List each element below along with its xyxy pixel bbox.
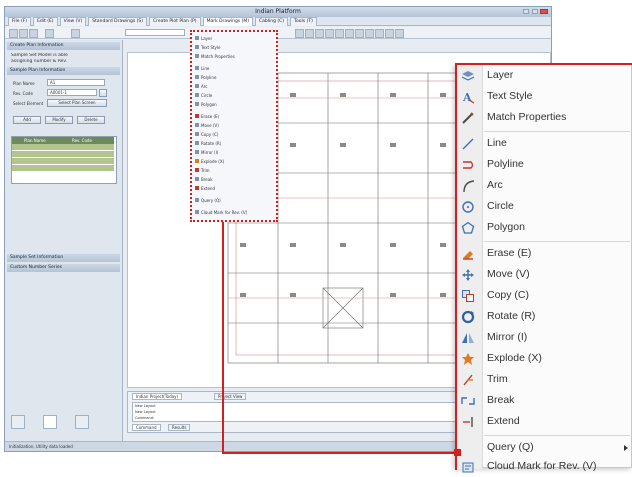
title-bar: Indian Platform: [5, 7, 551, 17]
layout-icon[interactable]: [43, 415, 57, 429]
small-menu-item[interactable]: Extend: [195, 186, 215, 191]
delete-button[interactable]: Delete: [77, 116, 105, 124]
toolbar-mirror-icon[interactable]: [375, 29, 384, 38]
rev-code-label: Rev. Code: [13, 91, 33, 96]
small-menu-item[interactable]: Break: [195, 177, 213, 182]
small-menu-item[interactable]: Copy (C): [195, 132, 218, 137]
select-plan-screen-button[interactable]: Select Plan Screen: [47, 99, 107, 107]
callout-line-horizontal: [222, 452, 458, 454]
small-menu-item[interactable]: Circle: [195, 93, 212, 98]
table-row[interactable]: [12, 144, 114, 151]
small-menu-item[interactable]: Mirror (I): [195, 150, 218, 155]
modify-button[interactable]: Modify: [45, 116, 73, 124]
select-element-label: Select Element: [13, 101, 44, 106]
small-menu-item[interactable]: Match Properties: [195, 54, 235, 59]
menu-cabling[interactable]: Cabling (C): [254, 17, 289, 26]
small-menu-item[interactable]: Explode (X): [195, 159, 224, 164]
small-menu-item[interactable]: Text Style: [195, 45, 220, 50]
toolbar-move-icon[interactable]: [345, 29, 354, 38]
plan-grid[interactable]: Plan Name Rev. Code: [11, 136, 117, 184]
small-menu-item[interactable]: Layer: [195, 36, 212, 41]
toolbar-copy-icon[interactable]: [355, 29, 364, 38]
toolbar-erase-icon[interactable]: [335, 29, 344, 38]
small-menu-item[interactable]: Move (V): [195, 123, 219, 128]
toolbar-line-icon[interactable]: [315, 29, 324, 38]
tab-project-view[interactable]: Project View: [214, 393, 247, 400]
small-menu-item[interactable]: Line: [195, 66, 209, 71]
project-icon[interactable]: [11, 415, 25, 429]
toolbar-print-icon[interactable]: [45, 29, 54, 38]
section-custom-number[interactable]: Custom Number Series: [7, 264, 120, 272]
layer-dropdown[interactable]: [125, 29, 185, 36]
close-icon[interactable]: [540, 9, 548, 14]
window-title: Indian Platform: [255, 8, 301, 15]
plan-name-label: Plan Name: [13, 81, 35, 86]
toolbar-open-icon[interactable]: [19, 29, 28, 38]
small-menu-item[interactable]: Query (Q): [195, 198, 221, 203]
maximize-icon[interactable]: [532, 9, 538, 14]
table-row[interactable]: [12, 151, 114, 158]
grid-header: Plan Name Rev. Code: [12, 137, 114, 144]
tab-results[interactable]: Results: [168, 424, 191, 431]
grid-header-rev-code[interactable]: Rev. Code: [72, 138, 92, 143]
small-menu-item[interactable]: Polyline: [195, 75, 216, 80]
callout-line-vertical: [222, 222, 224, 454]
toolbar-circle-icon[interactable]: [325, 29, 334, 38]
rev-code-browse-button[interactable]: [99, 89, 107, 97]
menu-standard-drawings[interactable]: Standard Drawings (S): [88, 17, 148, 26]
tab-command[interactable]: Command: [132, 424, 161, 431]
toolbar-new-icon[interactable]: [9, 29, 18, 38]
toolbar-pan-icon[interactable]: [305, 29, 314, 38]
settings-icon[interactable]: [75, 415, 89, 429]
toolbar-trim-icon[interactable]: [385, 29, 394, 38]
grid-header-plan-name[interactable]: Plan Name: [24, 138, 46, 143]
small-menu-item[interactable]: Erase (E): [195, 114, 219, 119]
toolbar-save-icon[interactable]: [29, 29, 38, 38]
minimize-icon[interactable]: [523, 9, 529, 14]
callout-anchor: [454, 449, 461, 456]
table-row[interactable]: [12, 165, 114, 172]
tab-indian-project[interactable]: Indian Project(Today): [132, 393, 182, 400]
section-plan-information[interactable]: Sample Plan Information: [7, 67, 120, 75]
left-panel: Create Plan Information Sample Set Model…: [5, 40, 123, 442]
toolbar-rotate-icon[interactable]: [365, 29, 374, 38]
menu-mark-drawings[interactable]: Mark Drawings (M): [202, 17, 253, 26]
toolbar-undo-icon[interactable]: [71, 29, 80, 38]
menu-file[interactable]: File (F): [8, 17, 32, 26]
history-line-2: New Layout: [135, 410, 156, 414]
menu-edit[interactable]: Edit (E): [33, 17, 58, 26]
toolbar: [5, 27, 551, 39]
menu-bar: File (F) Edit (E) View (V) Standard Draw…: [5, 17, 551, 26]
toolbar-zoom-icon[interactable]: [295, 29, 304, 38]
intro-line-1: Sample Set Model is able: [11, 53, 68, 58]
callout-highlight-box: [455, 63, 632, 470]
intro-line-2: assigning number & Rev.: [11, 59, 68, 64]
plan-name-field[interactable]: A1: [47, 79, 105, 86]
command-prompt: Command:: [135, 416, 155, 420]
small-menu-item[interactable]: Polygon: [195, 102, 217, 107]
panel-header[interactable]: Create Plan Information: [7, 42, 120, 50]
menu-tools[interactable]: Tools (T): [290, 17, 317, 26]
small-menu-item[interactable]: Arc: [195, 84, 208, 89]
toolbar-extend-icon[interactable]: [395, 29, 404, 38]
menu-create-plot-plan[interactable]: Create Plot Plan (P): [149, 17, 201, 26]
small-menu-item[interactable]: Cloud Mark for Rev. (V): [195, 210, 247, 215]
small-context-menu: Layer Text Style Match Properties Line P…: [190, 30, 278, 222]
small-menu-item[interactable]: Trim: [195, 168, 210, 173]
rev-code-field[interactable]: A0001-1: [47, 89, 97, 96]
history-line-1: New Layout: [135, 404, 156, 408]
add-button[interactable]: Add: [13, 116, 41, 124]
menu-view[interactable]: View (V): [59, 17, 87, 26]
table-row[interactable]: [12, 158, 114, 165]
section-set-information[interactable]: Sample Set Information: [7, 254, 120, 262]
small-menu-item[interactable]: Rotate (R): [195, 141, 221, 146]
